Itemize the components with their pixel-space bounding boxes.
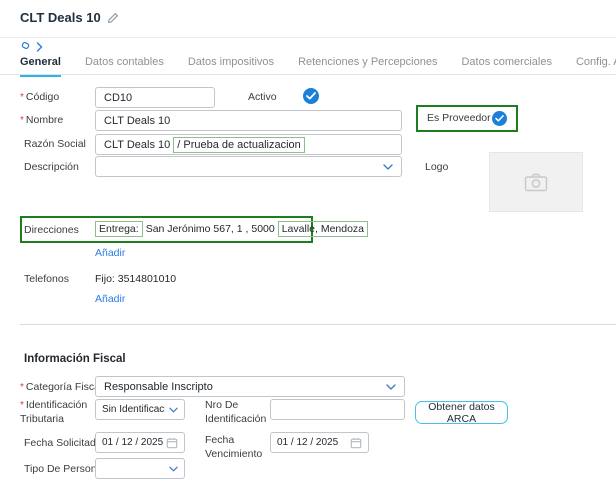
address-street: San Jerónimo 567, 1 , 5000 bbox=[146, 223, 275, 235]
razon-social-input[interactable]: CLT Deals 10 / Prueba de actualizacion bbox=[95, 134, 402, 155]
categoria-fiscal-select[interactable]: Responsable Inscripto bbox=[95, 376, 405, 397]
camera-icon bbox=[524, 172, 548, 192]
tabs-divider bbox=[0, 74, 616, 75]
form-toolbar bbox=[20, 42, 43, 52]
chevron-down-icon bbox=[169, 466, 178, 472]
direcciones-label: Direcciones bbox=[24, 224, 79, 238]
nombre-label: Nombre bbox=[20, 114, 63, 128]
add-phone-link[interactable]: Añadir bbox=[95, 293, 125, 305]
nro-identificacion-label: Nro De Identificación bbox=[205, 399, 265, 426]
nombre-input[interactable]: CLT Deals 10 bbox=[95, 110, 402, 131]
obtener-datos-arca-button[interactable]: Obtener datos ARCA bbox=[415, 401, 508, 424]
telefonos-label: Telefonos bbox=[24, 273, 69, 287]
identificacion-tributaria-select[interactable]: Sin Identificación bbox=[95, 399, 185, 420]
tipo-persona-select[interactable] bbox=[95, 458, 185, 479]
es-proveedor-checkbox[interactable] bbox=[492, 111, 507, 126]
fecha-vencimiento-input[interactable]: 01 / 12 / 2025 bbox=[270, 432, 369, 453]
descripcion-label: Descripción bbox=[24, 161, 79, 175]
logo-label: Logo bbox=[425, 161, 448, 175]
partner-form-page: CLT Deals 10 General Datos contables Dat… bbox=[0, 0, 616, 499]
codigo-input[interactable]: CD10 bbox=[95, 87, 215, 108]
activo-label: Activo bbox=[248, 91, 277, 105]
chevron-down-icon bbox=[386, 384, 396, 390]
header-divider bbox=[0, 37, 616, 38]
nombre-value: CLT Deals 10 bbox=[104, 115, 393, 127]
add-address-link[interactable]: Añadir bbox=[95, 247, 125, 259]
calendar-icon[interactable] bbox=[166, 437, 178, 449]
nro-identificacion-input[interactable] bbox=[270, 399, 405, 420]
tipo-persona-label: Tipo De Persona bbox=[24, 463, 102, 477]
fiscal-section-title: Información Fiscal bbox=[24, 353, 126, 365]
razon-social-updated-annotation: / Prueba de actualizacion bbox=[173, 137, 305, 153]
categoria-fiscal-label: Categoría Fiscal bbox=[20, 381, 102, 395]
section-divider bbox=[20, 324, 616, 325]
razon-social-value: CLT Deals 10 bbox=[104, 139, 170, 151]
phone-entry: Fijo: 3514801010 bbox=[95, 273, 176, 285]
edit-title-icon[interactable] bbox=[107, 12, 119, 24]
es-proveedor-annotation-box: Es Proveedor bbox=[416, 105, 518, 132]
page-title: CLT Deals 10 bbox=[20, 10, 119, 25]
razon-social-label: Razón Social bbox=[24, 138, 86, 152]
calendar-icon[interactable] bbox=[350, 437, 362, 449]
logo-upload-placeholder[interactable] bbox=[489, 152, 583, 212]
identificacion-tributaria-value: Sin Identificación bbox=[102, 404, 165, 415]
fecha-solicitada-value: 01 / 12 / 2025 bbox=[102, 437, 163, 448]
es-proveedor-label: Es Proveedor bbox=[427, 112, 491, 126]
chevron-down-icon bbox=[383, 164, 393, 170]
identificacion-tributaria-label: Identificación Tributaria bbox=[20, 399, 84, 426]
chevron-down-icon bbox=[169, 407, 178, 413]
activo-checkbox[interactable] bbox=[303, 88, 319, 104]
codigo-label: Código bbox=[20, 91, 59, 105]
fecha-solicitada-label: Fecha Solicitada bbox=[24, 437, 102, 451]
fecha-vencimiento-value: 01 / 12 / 2025 bbox=[277, 437, 338, 448]
fecha-vencimiento-label: Fecha Vencimiento bbox=[205, 434, 265, 461]
codigo-value: CD10 bbox=[104, 92, 206, 104]
address-type-annotation: Entrega: bbox=[95, 221, 143, 237]
categoria-fiscal-value: Responsable Inscripto bbox=[104, 381, 382, 393]
page-title-text: CLT Deals 10 bbox=[20, 10, 101, 25]
address-entry: Entrega: San Jerónimo 567, 1 , 5000 Lava… bbox=[95, 221, 368, 237]
chevron-right-icon[interactable] bbox=[36, 42, 43, 52]
descripcion-select[interactable] bbox=[95, 156, 402, 177]
fecha-solicitada-input[interactable]: 01 / 12 / 2025 bbox=[95, 432, 185, 453]
address-city-annotation: Lavalle, Mendoza bbox=[278, 221, 368, 237]
edit-icon[interactable] bbox=[20, 42, 31, 52]
